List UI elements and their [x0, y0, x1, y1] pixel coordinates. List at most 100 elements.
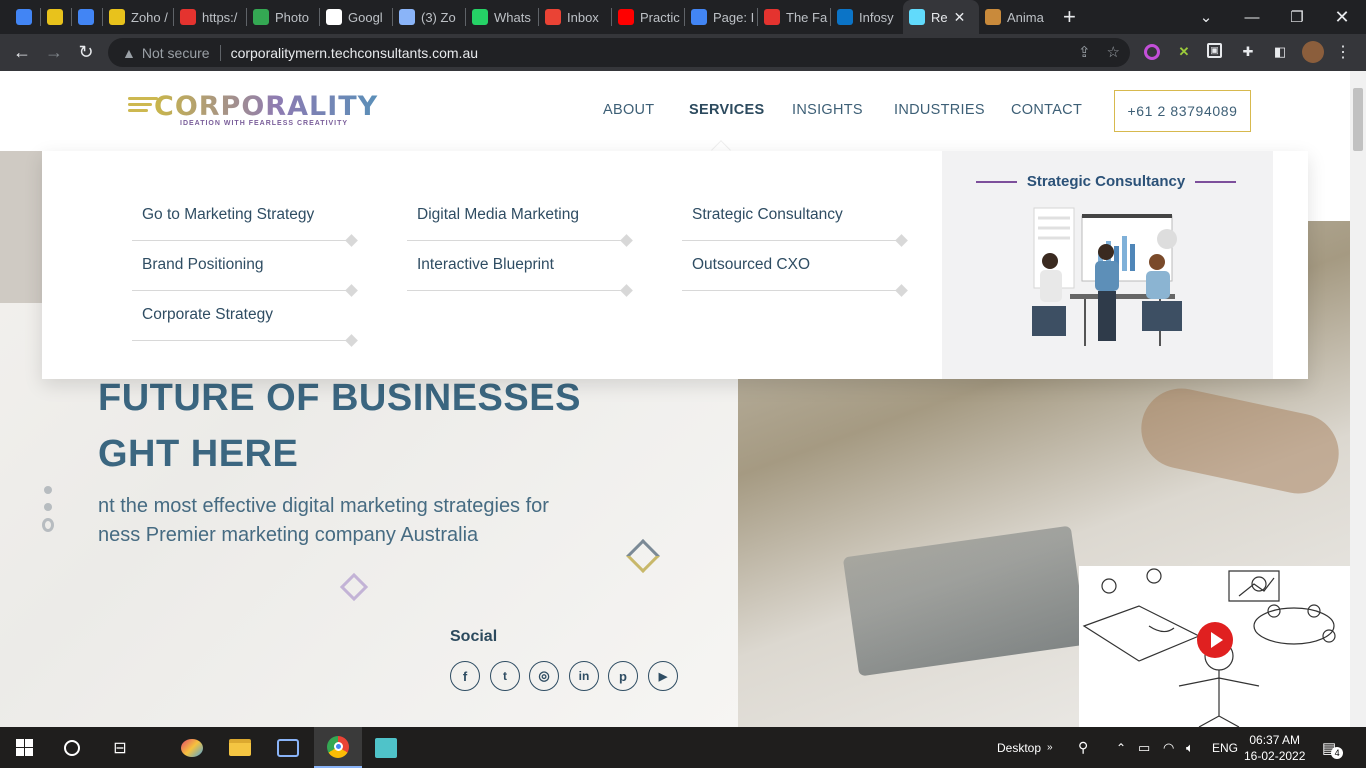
phone-button[interactable]: +61 2 83794089	[1114, 90, 1251, 132]
menu-item-outsourced-cxo[interactable]: Outsourced CXO	[682, 246, 909, 297]
page-scrollbar[interactable]	[1350, 71, 1366, 727]
youtube-icon[interactable]: ▶	[648, 661, 678, 691]
snip-tool-icon[interactable]	[362, 727, 410, 768]
people-icon[interactable]: ⚲	[1078, 727, 1088, 768]
minimize-icon[interactable]: —	[1232, 0, 1272, 34]
restore-icon[interactable]: ❐	[1277, 0, 1317, 34]
play-button[interactable]	[1197, 622, 1233, 658]
desktop-toolbar[interactable]: Desktop»	[997, 727, 1053, 768]
site-header: CORPORALITY IDEATION WITH FEARLESS CREAT…	[0, 71, 1350, 151]
pinterest-icon[interactable]: p	[608, 661, 638, 691]
browser-tab[interactable]	[10, 0, 40, 34]
menu-kebab-icon[interactable]: ⋮	[1334, 43, 1352, 61]
browser-tab[interactable]	[72, 0, 102, 34]
browser-tab[interactable]: https:/	[174, 0, 246, 34]
hero-heading-line1: FUTURE OF BUSINESSES	[98, 377, 581, 419]
browser-tab[interactable]: Whats	[466, 0, 538, 34]
extensions-puzzle-icon[interactable]: ✚	[1239, 43, 1257, 61]
screenshot-extension-icon[interactable]: ▣	[1207, 43, 1222, 58]
browser-tab[interactable]: Infosy	[831, 0, 903, 34]
hero-text-line2: ness Premier marketing company Australia	[98, 524, 479, 546]
menu-item-digital-media-marketing[interactable]: Digital Media Marketing	[407, 196, 634, 247]
slider-dot-active[interactable]	[42, 518, 54, 532]
instagram-icon[interactable]: ◎	[529, 661, 559, 691]
nav-industries[interactable]: INDUSTRIES	[894, 102, 985, 118]
slider-dot-1[interactable]	[42, 484, 54, 496]
close-tab-icon[interactable]: ✕	[954, 9, 966, 26]
play-icon	[1210, 632, 1223, 648]
browser-tab[interactable]: Photo	[247, 0, 319, 34]
file-explorer-icon[interactable]	[216, 727, 264, 768]
browser-tab[interactable]: Inbox	[539, 0, 611, 34]
facebook-icon[interactable]: f	[450, 661, 480, 691]
drive-icon	[253, 9, 269, 25]
tab-title: Infosy	[859, 9, 894, 25]
chevron-up-icon[interactable]: ⌃	[1116, 727, 1126, 768]
wifi-icon[interactable]: ◠	[1163, 727, 1174, 768]
menu-item-brand-positioning[interactable]: Brand Positioning	[132, 246, 359, 297]
nav-contact[interactable]: CONTACT	[1011, 102, 1082, 118]
browser-tab[interactable]: Practic	[612, 0, 684, 34]
hero-text-line1: nt the most effective digital marketing …	[98, 495, 549, 517]
task-view-icon[interactable]: ⊟	[96, 727, 144, 768]
language-indicator[interactable]: ENG	[1212, 727, 1238, 768]
browser-tab[interactable]: The Fa	[758, 0, 830, 34]
clock[interactable]: 06:37 AM 16-02-2022	[1244, 727, 1305, 768]
feedback-app-icon[interactable]	[264, 727, 312, 768]
browser-tab[interactable]: (3) Zo	[393, 0, 465, 34]
browser-tab[interactable]: Re ✕	[903, 0, 979, 34]
zoho-icon	[109, 9, 125, 25]
scrollbar-thumb[interactable]	[1353, 88, 1363, 151]
windows-start-icon[interactable]	[0, 727, 48, 768]
site-logo[interactable]: CORPORALITY IDEATION WITH FEARLESS CREAT…	[128, 91, 377, 131]
share-icon[interactable]: ⇪	[1078, 43, 1091, 61]
menu-item-strategic-consultancy[interactable]: Strategic Consultancy	[682, 196, 909, 247]
tab-title: Whats	[494, 9, 531, 25]
docs-icon	[78, 9, 94, 25]
clock-date: 16-02-2022	[1244, 748, 1306, 763]
chrome-app-icon[interactable]	[314, 727, 362, 768]
docs-icon	[691, 9, 707, 25]
reload-icon[interactable]: ↻	[70, 37, 102, 69]
menu-item-go-to-marketing-strategy[interactable]: Go to Marketing Strategy	[132, 196, 359, 247]
nav-insights[interactable]: INSIGHTS	[792, 102, 863, 118]
search-icon[interactable]	[48, 727, 96, 768]
browser-tab[interactable]: Page: I	[685, 0, 757, 34]
notification-icon[interactable]: ▤ 4	[1322, 727, 1344, 768]
nav-services[interactable]: SERVICES	[689, 102, 764, 118]
toolbar: ← → ↻ ▲ Not secure corporalitymern.techc…	[0, 34, 1366, 71]
menu-item-interactive-blueprint[interactable]: Interactive Blueprint	[407, 246, 634, 297]
tab-title: Page: I	[713, 9, 755, 25]
slider-dot-2[interactable]	[42, 501, 54, 513]
side-panel-icon[interactable]: ◧	[1271, 43, 1289, 61]
new-tab-button[interactable]: +	[1063, 4, 1076, 30]
profile-avatar[interactable]	[1302, 41, 1324, 63]
color-extension-icon[interactable]	[1144, 44, 1160, 60]
z-icon	[180, 9, 196, 25]
not-secure-label: Not secure	[141, 44, 210, 61]
bookmark-star-icon[interactable]: ☆	[1107, 43, 1120, 61]
battery-icon[interactable]: ▭	[1138, 727, 1150, 768]
address-bar[interactable]: ▲ Not secure corporalitymern.techconsult…	[108, 38, 1130, 67]
google-translate-icon	[16, 9, 32, 25]
forward-icon[interactable]: →	[38, 37, 70, 69]
clock-icon	[764, 9, 780, 25]
linkedin-icon[interactable]: in	[569, 661, 599, 691]
close-window-icon[interactable]: ✕	[1322, 0, 1362, 34]
browser-tab[interactable]: Zoho /	[103, 0, 173, 34]
menu-item-corporate-strategy[interactable]: Corporate Strategy	[132, 296, 359, 347]
nav-about[interactable]: ABOUT	[603, 102, 654, 118]
cross-extension-icon[interactable]: ✕	[1175, 43, 1193, 61]
twitter-icon[interactable]: t	[490, 661, 520, 691]
volume-icon[interactable]: 🔈︎	[1186, 727, 1194, 768]
browser-tab[interactable]: Anima	[979, 0, 1051, 34]
tab-title: https:/	[202, 9, 238, 25]
menu-item-label: Outsourced CXO	[692, 256, 811, 273]
browser-tab[interactable]: Googl	[320, 0, 392, 34]
paint-app-icon[interactable]	[168, 727, 216, 768]
services-mega-menu: Go to Marketing Strategy Brand Positioni…	[42, 151, 1308, 379]
browser-tab[interactable]	[41, 0, 71, 34]
youtube-icon	[618, 9, 634, 25]
tab-search-icon[interactable]: ⌄	[1186, 0, 1226, 34]
back-icon[interactable]: ←	[6, 37, 38, 69]
